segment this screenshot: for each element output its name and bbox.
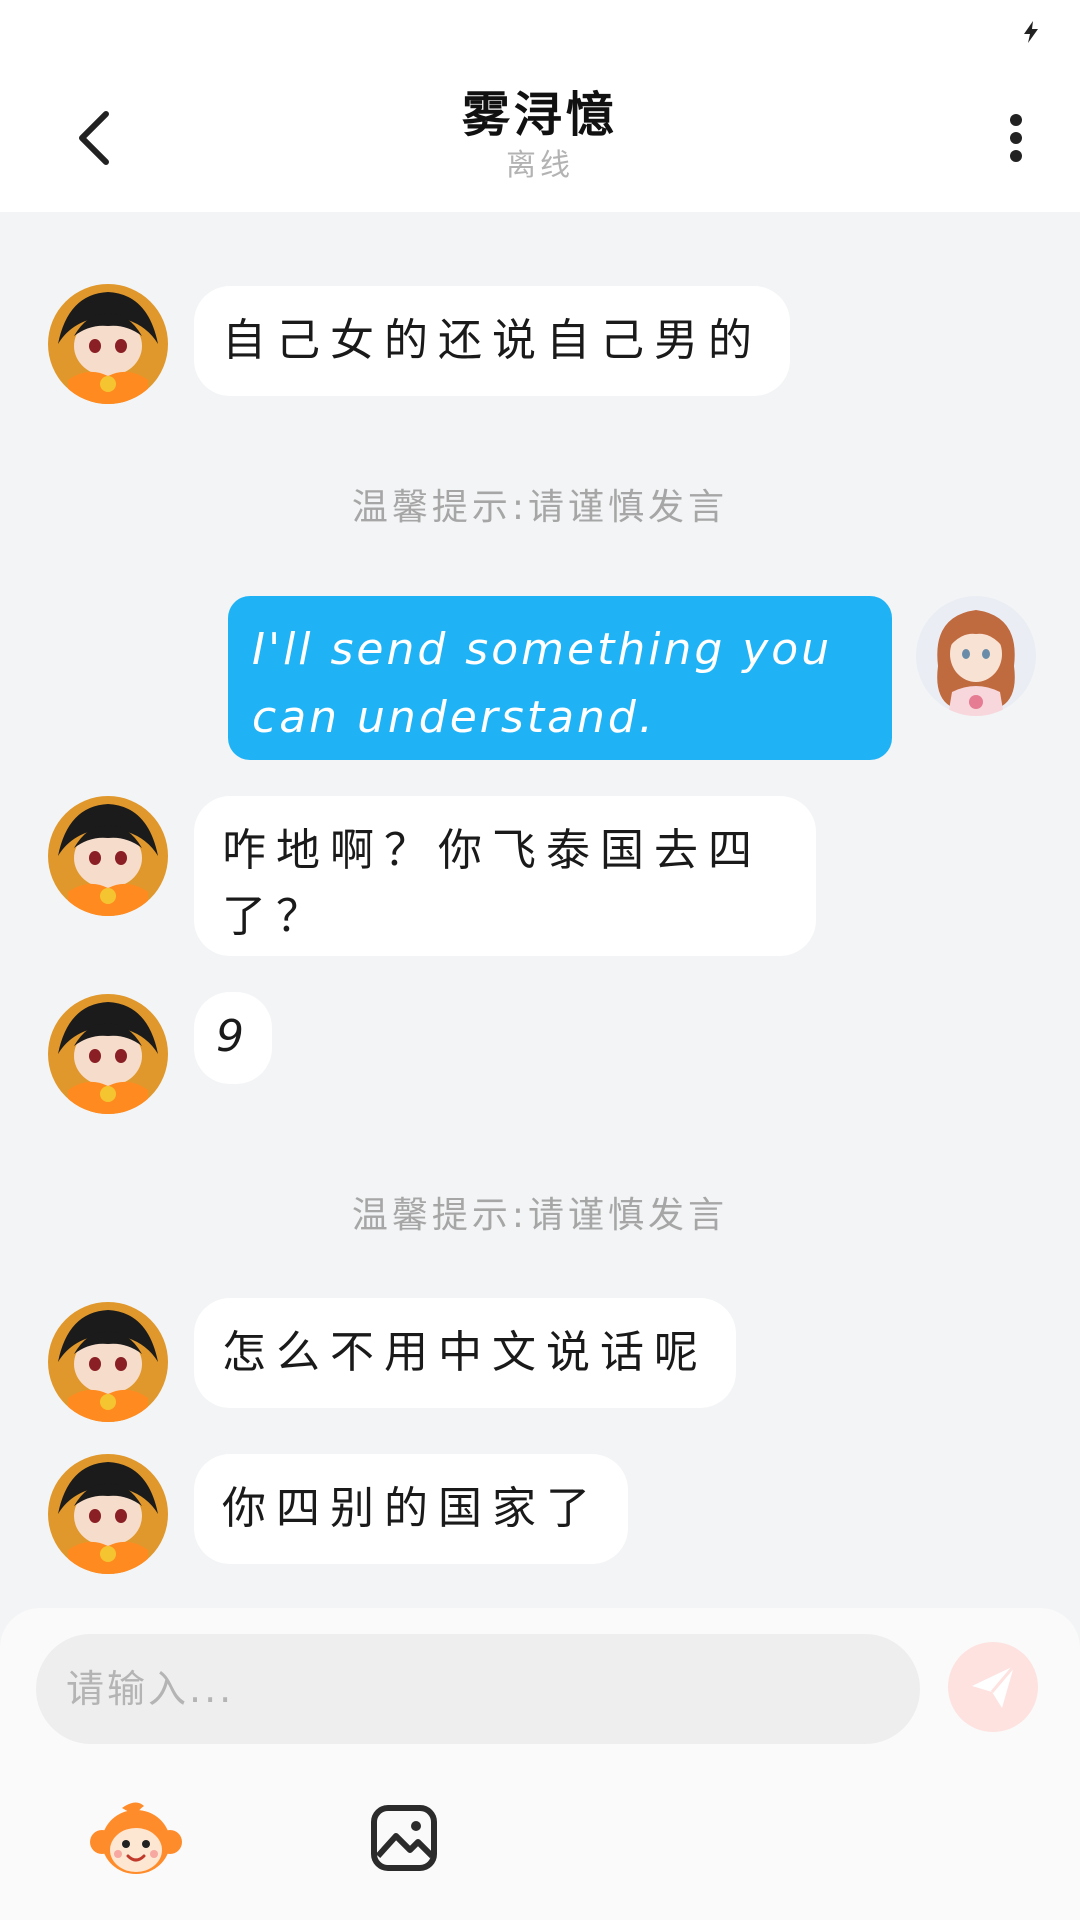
sent-message-bubble[interactable]: I'll send something you can understand. [228,596,892,760]
received-message-bubble[interactable]: 自己女的还说自己男的 [194,286,790,396]
more-vertical-icon [1010,150,1022,162]
safety-notice: 温馨提示:请谨慎发言 [351,487,729,528]
received-message-bubble[interactable]: 怎么不用中文说话呢 [194,1298,736,1408]
send-button[interactable] [948,1642,1038,1732]
image-button[interactable] [356,1790,452,1886]
title-block: 雾浔憶 离线 [0,84,1080,186]
more-options-button[interactable] [996,108,1036,168]
message-text: 你四别的国家了 [222,1483,600,1534]
received-message-bubble[interactable]: 9 [194,992,272,1084]
my-avatar[interactable] [916,596,1036,716]
contact-name: 雾浔憶 [461,87,618,143]
message-text: 咋地啊？你飞泰国去四了？ [222,825,762,942]
message-composer [0,1608,1080,1920]
paper-plane-icon [972,1665,1016,1708]
online-status: 离线 [506,148,574,183]
image-icon [371,1805,437,1871]
message-text: 自己女的还说自己男的 [222,315,762,366]
monkey-sticker-icon [90,1802,182,1874]
contact-avatar[interactable] [48,994,168,1114]
contact-avatar[interactable] [48,1302,168,1422]
chat-header: 雾浔憶 离线 [0,64,1080,212]
contact-avatar[interactable] [48,1454,168,1574]
contact-avatar[interactable] [48,284,168,404]
message-text: I'll send something you can understand. [252,624,833,743]
status-bar [0,0,1080,64]
message-input[interactable] [36,1634,920,1744]
received-message-bubble[interactable]: 咋地啊？你飞泰国去四了？ [194,796,816,956]
more-vertical-icon [1010,132,1022,144]
contact-avatar[interactable] [48,796,168,916]
safety-notice: 温馨提示:请谨慎发言 [351,1195,729,1236]
charging-bolt-icon [1024,21,1038,43]
received-message-bubble[interactable]: 你四别的国家了 [194,1454,628,1564]
message-text: 9 [216,1011,254,1062]
sticker-button[interactable] [88,1790,184,1886]
message-text: 怎么不用中文说话呢 [222,1327,708,1378]
more-vertical-icon [1010,114,1022,126]
